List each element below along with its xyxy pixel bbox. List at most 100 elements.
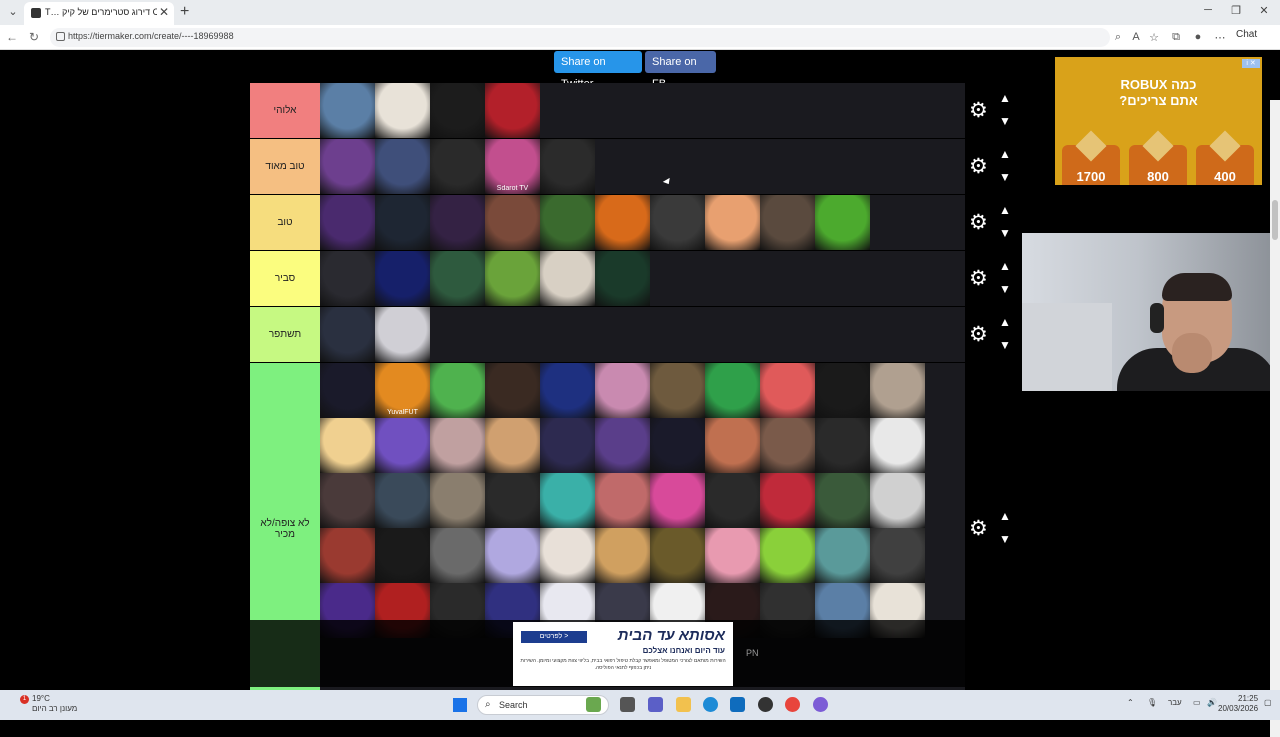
maximize-icon[interactable]: ❐ [1226,4,1246,17]
read-aloud-icon[interactable]: A [1128,31,1144,43]
streamer-avatar[interactable] [540,251,595,306]
streamer-avatar[interactable] [320,83,375,138]
streamer-avatar[interactable] [815,418,870,473]
refresh-icon[interactable]: ↻ [26,30,42,44]
streamer-avatar[interactable] [485,251,540,306]
streamer-avatar[interactable] [705,528,760,583]
streamer-avatar[interactable] [320,251,375,306]
robux-option[interactable]: 1700 [1062,130,1120,185]
tier-items[interactable] [320,251,965,306]
chrome-icon[interactable] [785,697,800,712]
streamer-avatar[interactable] [540,195,595,250]
streamer-avatar[interactable] [815,528,870,583]
streamer-avatar[interactable]: YuvalFUT [375,363,430,418]
edge-icon[interactable] [703,697,718,712]
streamer-avatar[interactable] [870,528,925,583]
tier-label[interactable]: טוב מאוד [250,139,320,194]
teams-icon[interactable] [648,697,663,712]
streamer-avatar[interactable] [540,418,595,473]
windows-start-icon[interactable] [453,698,467,712]
streamer-avatar[interactable] [595,195,650,250]
taskbar-clock[interactable]: 21:25 20/03/2026 [1218,694,1258,714]
tier-settings-gear-icon[interactable]: ⚙ [969,100,988,122]
share-facebook-button[interactable]: Share on FB [645,51,716,90]
tier-label[interactable]: תשתפר [250,307,320,362]
streamer-avatar[interactable] [375,83,430,138]
streamer-avatar[interactable] [485,528,540,583]
tray-chevron-icon[interactable]: ⌃ [1127,698,1134,707]
address-bar[interactable]: https://tiermaker.com/create/----1896998… [50,28,1110,47]
streamer-avatar[interactable] [320,195,375,250]
streamer-avatar[interactable] [375,139,430,194]
tier-items[interactable] [320,195,965,250]
streamer-avatar[interactable] [320,473,375,528]
streamer-avatar[interactable] [540,473,595,528]
move-tier-up-icon[interactable]: ▲ [999,315,1011,329]
zoom-icon[interactable]: ⌕ [1110,31,1126,44]
move-tier-down-icon[interactable]: ▼ [999,114,1011,128]
tier-label[interactable]: טוב [250,195,320,250]
streamer-avatar[interactable] [430,473,485,528]
streamer-avatar[interactable] [540,528,595,583]
new-tab-icon[interactable]: + [180,3,189,21]
close-window-icon[interactable]: ✕ [1254,4,1274,17]
favorite-star-icon[interactable]: ☆ [1146,31,1162,44]
share-twitter-button[interactable]: Share on Twitter [554,51,642,90]
streamer-avatar[interactable] [870,418,925,473]
robux-option[interactable]: 400 [1196,130,1254,185]
task-view-icon[interactable] [620,697,635,712]
streamer-avatar[interactable] [320,139,375,194]
language-indicator[interactable]: עבר [1168,698,1182,707]
streamer-avatar[interactable] [595,251,650,306]
more-options-icon[interactable]: ⋯ [1212,31,1228,44]
move-tier-up-icon[interactable]: ▲ [999,259,1011,273]
move-tier-down-icon[interactable]: ▼ [999,282,1011,296]
streamer-avatar[interactable] [540,363,595,418]
streamer-avatar[interactable] [320,307,375,362]
site-info-icon[interactable] [56,32,65,41]
streamer-avatar[interactable] [430,251,485,306]
collections-icon[interactable]: ⧉ [1168,31,1184,44]
assuta-ad-banner[interactable]: אסותא עד הבית לפרטים > עוד היום ואנחנו א… [513,622,733,686]
move-tier-down-icon[interactable]: ▼ [999,338,1011,352]
close-tab-icon[interactable]: ✕ [159,5,169,19]
microphone-icon[interactable]: 🎙 [1147,698,1157,707]
streamer-avatar[interactable] [760,363,815,418]
streamer-avatar[interactable] [760,528,815,583]
streamer-avatar[interactable] [430,139,485,194]
profile-avatar-icon[interactable]: ● [1190,31,1206,43]
streamer-avatar[interactable] [815,195,870,250]
move-tier-down-icon[interactable]: ▼ [999,226,1011,240]
streamer-avatar[interactable]: Sdarot TV [485,139,540,194]
streamer-avatar[interactable] [650,195,705,250]
move-tier-up-icon[interactable]: ▲ [999,91,1011,105]
streamer-avatar[interactable] [595,473,650,528]
streamer-avatar[interactable] [650,363,705,418]
streamer-avatar[interactable] [815,473,870,528]
streamer-avatar[interactable] [430,83,485,138]
streamer-avatar[interactable] [485,418,540,473]
streamer-avatar[interactable] [320,528,375,583]
tier-settings-gear-icon[interactable]: ⚙ [969,268,988,290]
tier-settings-gear-icon[interactable]: ⚙ [969,518,988,540]
app-icon[interactable] [758,697,773,712]
streamer-avatar[interactable] [650,528,705,583]
ad-details-button[interactable]: לפרטים > [521,631,587,643]
streamer-avatar[interactable] [375,418,430,473]
store-icon[interactable] [730,697,745,712]
streamer-avatar[interactable] [650,473,705,528]
move-tier-up-icon[interactable]: ▲ [999,203,1011,217]
streamer-avatar[interactable] [375,473,430,528]
tier-settings-gear-icon[interactable]: ⚙ [969,156,988,178]
move-tier-up-icon[interactable]: ▲ [999,147,1011,161]
tier-label[interactable]: אלוהי [250,83,320,138]
streamer-avatar[interactable] [430,528,485,583]
streamer-avatar[interactable] [760,418,815,473]
tier-items[interactable] [320,307,965,362]
streamer-avatar[interactable] [320,363,375,418]
streamer-avatar[interactable] [430,418,485,473]
search-highlight-icon[interactable] [586,697,601,712]
network-icon[interactable]: ▭ [1193,698,1201,707]
streamer-avatar[interactable] [870,363,925,418]
streamer-avatar[interactable] [870,473,925,528]
